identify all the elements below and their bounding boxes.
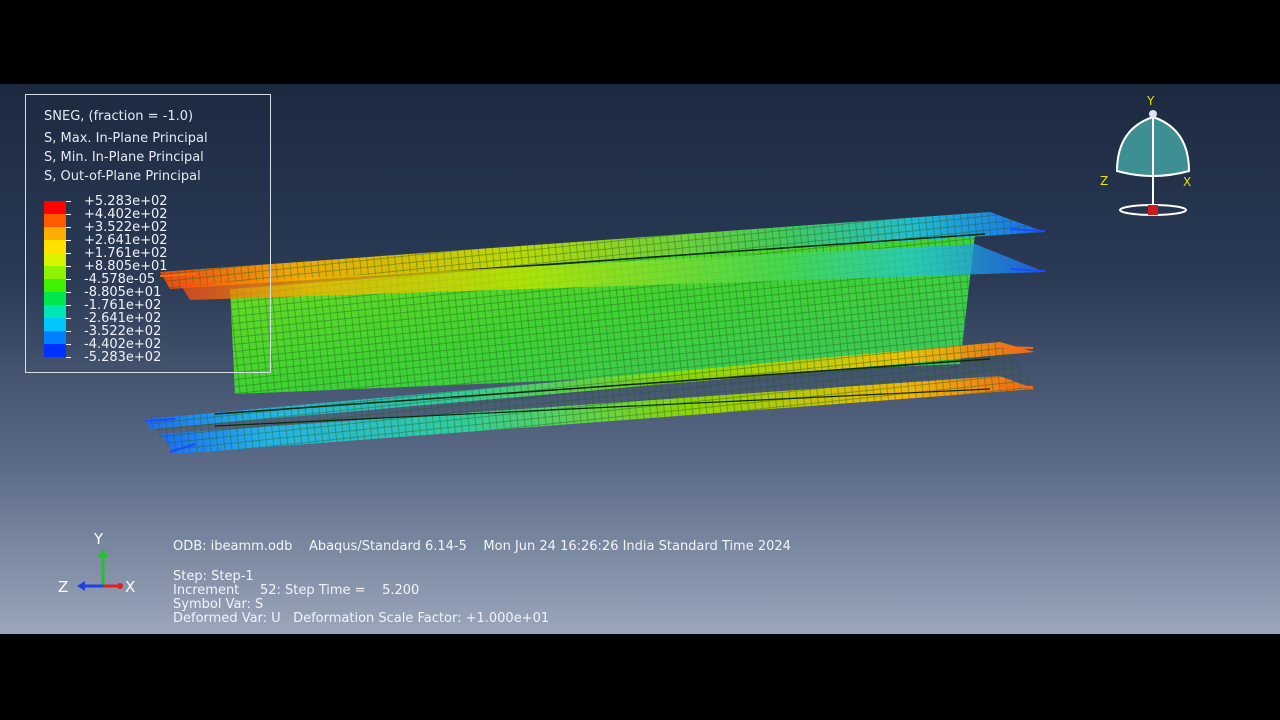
viewport[interactable]: SNEG, (fraction = -1.0) S, Max. In-Plane… (0, 84, 1280, 634)
legend-tick (66, 344, 71, 345)
compass-z-label: Z (1100, 174, 1108, 188)
legend-swatch (44, 331, 66, 344)
legend-tick (66, 227, 71, 228)
legend-value: -5.283e+02 (84, 350, 162, 365)
triad-x-label: X (125, 578, 135, 596)
legend-swatch (44, 240, 66, 253)
legend-tick (66, 266, 71, 267)
legend-swatch (44, 344, 66, 357)
legend-tick (66, 357, 71, 358)
legend-swatch (44, 318, 66, 331)
legend-swatch (44, 292, 66, 305)
triad-y-label: Y (93, 530, 104, 548)
legend-swatch (44, 279, 66, 292)
legend-swatch (44, 227, 66, 240)
triad-z-label: Z (58, 578, 68, 596)
legend-swatch (44, 266, 66, 279)
legend-line-min: S, Min. In-Plane Principal (44, 150, 204, 165)
legend-tick (66, 201, 71, 202)
step-info: Step: Step-1 (173, 569, 254, 584)
increment-info: Increment 52: Step Time = 5.200 (173, 583, 420, 598)
legend-tick (66, 305, 71, 306)
symbol-var-info: Symbol Var: S (173, 597, 264, 612)
legend-tick (66, 214, 71, 215)
compass-x-label: X (1183, 175, 1191, 189)
legend-line-out: S, Out-of-Plane Principal (44, 169, 201, 184)
odb-info-line: ODB: ibeamm.odb Abaqus/Standard 6.14-5 M… (173, 539, 791, 554)
deformed-var-info: Deformed Var: U Deformation Scale Factor… (173, 611, 550, 626)
legend-tick (66, 240, 71, 241)
legend-swatch (44, 214, 66, 227)
legend-tick (66, 279, 71, 280)
legend-tick (66, 292, 71, 293)
legend-tick (66, 331, 71, 332)
legend[interactable]: SNEG, (fraction = -1.0) S, Max. In-Plane… (25, 94, 271, 373)
legend-tick (66, 253, 71, 254)
legend-swatch (44, 201, 66, 214)
legend-tick (66, 318, 71, 319)
view-cube-compass[interactable]: Y X Z (1095, 89, 1205, 224)
compass-y-label: Y (1146, 94, 1155, 108)
axis-triad: Y X Z (58, 530, 135, 596)
legend-swatch (44, 305, 66, 318)
legend-line-max: S, Max. In-Plane Principal (44, 131, 208, 146)
legend-swatch (44, 253, 66, 266)
legend-title: SNEG, (fraction = -1.0) (44, 109, 194, 124)
